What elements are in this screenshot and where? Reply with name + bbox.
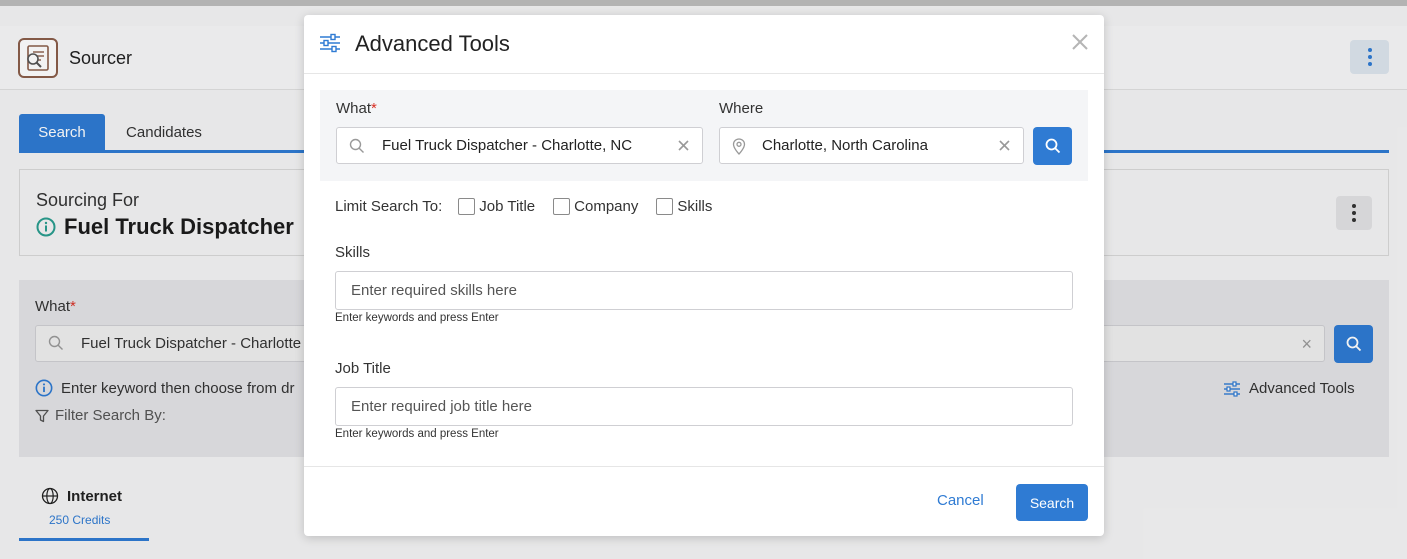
query-section: What* Fuel Truck Dispatcher - Charlotte,… xyxy=(320,90,1088,181)
skills-label: Skills xyxy=(335,244,371,261)
location-pin-icon xyxy=(732,138,746,155)
search-button[interactable]: Search xyxy=(1016,484,1088,521)
checkbox[interactable] xyxy=(553,198,571,215)
advanced-tools-modal: Advanced Tools What* Fuel Truck Dispatch… xyxy=(304,15,1104,536)
job-title-label: Job Title xyxy=(335,360,391,377)
sliders-icon xyxy=(320,33,340,53)
clear-icon[interactable] xyxy=(676,136,692,154)
cancel-button[interactable]: Cancel xyxy=(937,492,984,509)
checkbox[interactable] xyxy=(458,198,476,215)
where-input-value: Charlotte, North Carolina xyxy=(762,137,928,154)
checkbox-label: Company xyxy=(574,198,639,215)
checkbox-label: Job Title xyxy=(479,198,536,215)
skills-hint: Enter keywords and press Enter xyxy=(335,312,499,324)
limit-skills-checkbox[interactable]: Skills xyxy=(656,198,712,215)
limit-company-checkbox[interactable]: Company xyxy=(553,198,638,215)
checkbox-label: Skills xyxy=(677,198,713,215)
what-label: What* xyxy=(336,100,377,117)
job-title-input[interactable]: Enter required job title here xyxy=(335,387,1073,426)
what-input[interactable]: Fuel Truck Dispatcher - Charlotte, NC xyxy=(336,127,703,164)
search-icon xyxy=(1045,138,1060,154)
job-title-hint: Enter keywords and press Enter xyxy=(335,428,499,440)
clear-icon[interactable] xyxy=(997,136,1013,154)
where-label: Where xyxy=(719,100,764,117)
modal-header: Advanced Tools xyxy=(304,15,1104,74)
modal-title: Advanced Tools xyxy=(355,31,510,56)
job-title-placeholder: Enter required job title here xyxy=(351,398,532,415)
where-input[interactable]: Charlotte, North Carolina xyxy=(719,127,1024,164)
close-icon[interactable] xyxy=(1070,31,1090,53)
query-search-button[interactable] xyxy=(1033,127,1072,165)
checkbox[interactable] xyxy=(656,198,674,215)
limit-job-title-checkbox[interactable]: Job Title xyxy=(458,198,535,215)
what-input-value: Fuel Truck Dispatcher - Charlotte, NC xyxy=(382,137,633,154)
skills-placeholder: Enter required skills here xyxy=(351,282,517,299)
modal-footer: Cancel Search xyxy=(304,466,1104,536)
search-icon xyxy=(349,138,364,153)
limit-search-label: Limit Search To: xyxy=(335,198,443,215)
skills-input[interactable]: Enter required skills here xyxy=(335,271,1073,310)
limit-search-row: Limit Search To: Job Title Company Skill… xyxy=(335,198,730,215)
